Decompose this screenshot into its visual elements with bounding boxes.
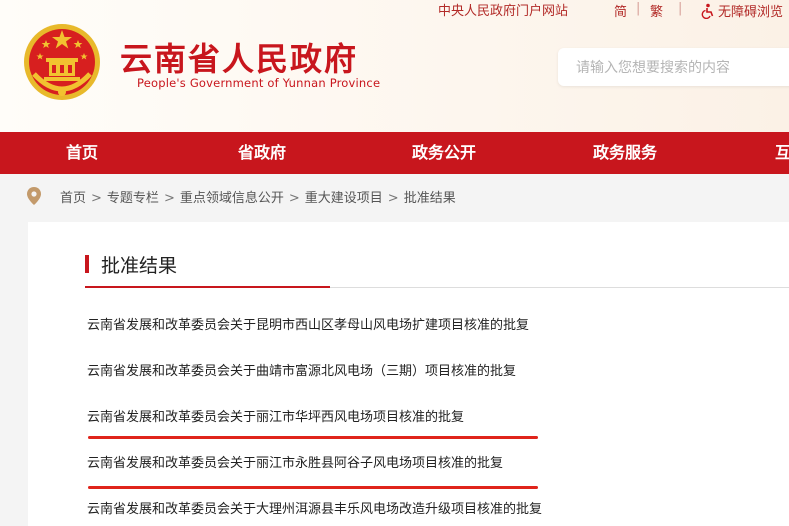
section-title: 批准结果 <box>101 255 178 277</box>
breadcrumb-item-special-topics[interactable]: 专题专栏 <box>107 191 159 206</box>
breadcrumb-separator: > <box>91 191 102 206</box>
nav-item-government[interactable]: 省政府 <box>238 132 286 174</box>
nav-item-interaction[interactable]: 互 <box>775 132 789 174</box>
location-pin-icon <box>27 187 41 205</box>
highlight-underline <box>88 486 538 489</box>
nav-item-services[interactable]: 政务服务 <box>593 132 657 174</box>
list-item[interactable]: 云南省发展和改革委员会关于大理州洱源县丰乐风电场改造升级项目核准的批复 <box>87 498 687 517</box>
top-link-separator: | <box>678 1 683 16</box>
highlight-underline <box>88 436 538 439</box>
breadcrumb-item-key-areas[interactable]: 重点领域信息公开 <box>180 191 284 206</box>
breadcrumb-separator: > <box>387 191 399 206</box>
list-item[interactable]: 云南省发展和改革委员会关于昆明市西山区孝母山风电场扩建项目核准的批复 <box>87 314 687 333</box>
accessibility-label: 无障碍浏览 <box>718 5 784 20</box>
accessibility-icon <box>701 3 714 19</box>
main-nav: 首页 省政府 政务公开 政务服务 互 <box>0 132 789 174</box>
top-link-separator: | <box>636 1 641 16</box>
top-links: 中央人民政府门户网站 简 | 繁 | 无障碍浏览 <box>0 0 789 20</box>
section-title-marker <box>85 255 89 273</box>
nav-item-public-affairs[interactable]: 政务公开 <box>412 132 476 174</box>
list-item[interactable]: 云南省发展和改革委员会关于曲靖市富源北风电场（三期）项目核准的批复 <box>87 360 687 379</box>
breadcrumb-item-major-projects[interactable]: 重大建设项目 <box>305 191 383 206</box>
accessibility-link[interactable]: 无障碍浏览 <box>700 1 783 20</box>
breadcrumb-item-approval-results[interactable]: 批准结果 <box>404 191 456 206</box>
national-emblem-icon[interactable] <box>22 22 102 102</box>
section-title-underline <box>85 286 330 288</box>
traditional-chinese-link[interactable]: 繁 <box>650 1 663 20</box>
breadcrumb-separator: > <box>288 191 300 206</box>
content-panel: 批准结果 云南省发展和改革委员会关于昆明市西山区孝母山风电场扩建项目核准的批复 … <box>28 222 789 526</box>
site-header: 云南省人民政府 People's Government of Yunnan Pr… <box>0 0 789 132</box>
simplified-chinese-link[interactable]: 简 <box>614 1 627 20</box>
list-item[interactable]: 云南省发展和改革委员会关于丽江市华坪西风电场项目核准的批复 <box>87 406 687 425</box>
site-subtitle: People's Government of Yunnan Province <box>137 76 381 90</box>
site-title[interactable]: 云南省人民政府 <box>120 34 358 80</box>
list-item[interactable]: 云南省发展和改革委员会关于丽江市永胜县阿谷子风电场项目核准的批复 <box>87 452 687 471</box>
nav-item-home[interactable]: 首页 <box>66 132 98 174</box>
search-input[interactable] <box>574 48 789 88</box>
breadcrumb-item-home[interactable]: 首页 <box>60 191 86 206</box>
section-divider <box>330 287 789 288</box>
breadcrumb: 首页 > 专题专栏 > 重点领域信息公开 > 重大建设项目 > 批准结果 <box>0 174 789 218</box>
breadcrumb-separator: > <box>163 191 175 206</box>
central-portal-link[interactable]: 中央人民政府门户网站 <box>438 0 568 19</box>
breadcrumb-trail: 首页 > 专题专栏 > 重点领域信息公开 > 重大建设项目 > 批准结果 <box>60 187 456 206</box>
search-box <box>558 48 789 88</box>
